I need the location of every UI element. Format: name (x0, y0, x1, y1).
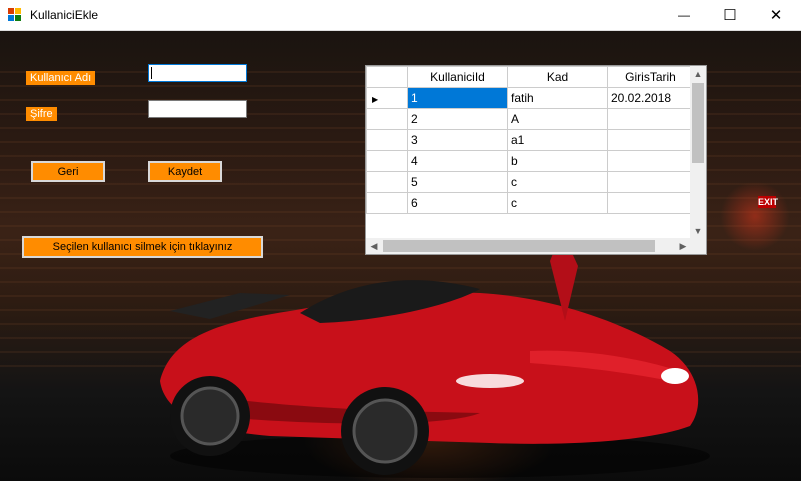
scroll-right-icon[interactable]: ▶ (675, 238, 691, 254)
close-button[interactable]: ✕ (753, 0, 799, 30)
column-header-giristarih[interactable]: GirisTarih (607, 66, 694, 88)
row-header-corner (366, 66, 408, 88)
table-cell[interactable]: 3 (407, 129, 508, 151)
close-icon: ✕ (769, 7, 783, 24)
table-cell[interactable]: 20.02.2018 (607, 87, 694, 109)
table-row[interactable]: 6 c (366, 192, 694, 214)
table-cell[interactable] (607, 129, 694, 151)
table-cell[interactable]: c (507, 171, 608, 193)
password-input[interactable] (148, 100, 247, 118)
table-cell[interactable] (607, 150, 694, 172)
table-cell[interactable]: 6 (407, 192, 508, 214)
users-grid[interactable]: KullaniciId Kad GirisTarih ▶ 1 fatih 20.… (365, 65, 707, 255)
table-cell[interactable] (607, 171, 694, 193)
table-cell[interactable]: b (507, 150, 608, 172)
minimize-button[interactable]: — (661, 0, 707, 30)
maximize-icon: ☐ (723, 7, 737, 24)
table-row[interactable]: 2 A (366, 108, 694, 130)
users-table: KullaniciId Kad GirisTarih ▶ 1 fatih 20.… (366, 66, 694, 214)
current-row-arrow-icon: ▶ (372, 95, 379, 104)
username-label: Kullanıcı Adı (26, 71, 96, 85)
window-title: KullaniciEkle (30, 8, 99, 22)
app-icon (8, 8, 22, 22)
column-header-kullaniciid[interactable]: KullaniciId (407, 66, 508, 88)
horizontal-scroll-thumb[interactable] (383, 240, 655, 252)
save-button[interactable]: Kaydet (148, 161, 222, 182)
row-header[interactable] (366, 192, 408, 214)
back-button[interactable]: Geri (31, 161, 105, 182)
table-cell[interactable]: c (507, 192, 608, 214)
row-header[interactable] (366, 150, 408, 172)
table-row[interactable]: 5 c (366, 171, 694, 193)
table-cell[interactable]: a1 (507, 129, 608, 151)
vertical-scroll-thumb[interactable] (692, 83, 704, 163)
table-cell[interactable]: 2 (407, 108, 508, 130)
table-cell[interactable]: 5 (407, 171, 508, 193)
row-header[interactable] (366, 108, 408, 130)
delete-selected-button[interactable]: Seçilen kullanıcı silmek için tıklayınız (22, 236, 263, 258)
table-row[interactable]: 4 b (366, 150, 694, 172)
title-bar: KullaniciEkle — ☐ ✕ (0, 0, 801, 31)
horizontal-scrollbar[interactable]: ◀ ▶ (366, 238, 691, 254)
scroll-left-icon[interactable]: ◀ (366, 238, 382, 254)
table-cell[interactable]: A (507, 108, 608, 130)
table-cell[interactable]: fatih (507, 87, 608, 109)
table-cell[interactable]: 1 (407, 87, 508, 109)
scroll-up-icon[interactable]: ▲ (690, 66, 706, 82)
text-caret (151, 67, 152, 79)
vertical-scrollbar[interactable]: ▲ ▼ (690, 66, 706, 239)
username-input[interactable] (148, 64, 247, 82)
table-cell[interactable]: 4 (407, 150, 508, 172)
grid-header-row: KullaniciId Kad GirisTarih (366, 66, 694, 88)
table-row[interactable]: 3 a1 (366, 129, 694, 151)
maximize-button[interactable]: ☐ (707, 0, 753, 30)
row-header[interactable] (366, 171, 408, 193)
table-cell[interactable] (607, 192, 694, 214)
scroll-down-icon[interactable]: ▼ (690, 223, 706, 239)
minimize-icon: — (678, 8, 690, 22)
form-client-area: EXIT Kullanıcı Adı Şifre Geri Kaydet Seç… (0, 31, 801, 481)
exit-sign: EXIT (758, 196, 779, 208)
column-header-kad[interactable]: Kad (507, 66, 608, 88)
table-row[interactable]: ▶ 1 fatih 20.02.2018 (366, 87, 694, 109)
scrollbar-corner (690, 238, 706, 254)
exit-glow (720, 181, 790, 251)
row-header[interactable] (366, 129, 408, 151)
row-header[interactable]: ▶ (366, 87, 408, 109)
password-label: Şifre (26, 107, 57, 121)
car-image (160, 231, 710, 478)
table-cell[interactable] (607, 108, 694, 130)
